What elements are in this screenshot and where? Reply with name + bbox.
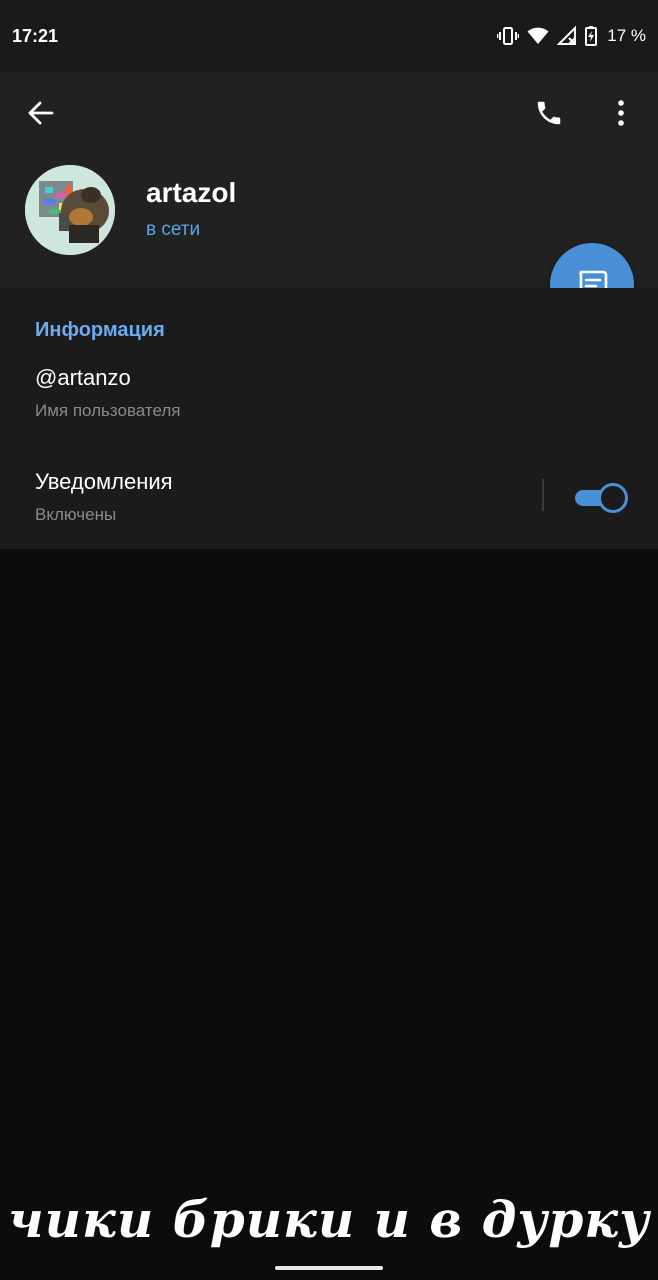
phone-icon <box>537 101 561 125</box>
username-value[interactable]: @artanzo <box>35 365 131 391</box>
caption-overlay: чики брики и в дурку <box>7 1190 651 1249</box>
home-indicator[interactable] <box>275 1266 383 1270</box>
online-status: в сети <box>146 219 201 240</box>
notifications-label: Уведомления <box>35 469 173 494</box>
profile-header: artazol в сети <box>0 72 658 288</box>
profile-name: artazol <box>146 177 237 208</box>
status-bar: 17:21 17 % <box>0 0 658 72</box>
status-icons: 17 % <box>497 24 646 48</box>
wifi-icon <box>527 27 549 45</box>
info-section: Информация @artanzo Имя пользователя Уве… <box>0 288 658 549</box>
signal-no-data-icon <box>557 26 577 46</box>
divider <box>542 479 544 511</box>
username-caption: Имя пользователя <box>35 401 181 420</box>
more-options-button[interactable] <box>597 89 645 137</box>
vibrate-icon <box>497 26 520 46</box>
back-button[interactable] <box>17 89 65 137</box>
status-time: 17:21 <box>12 26 59 46</box>
toggle-knob <box>598 483 628 513</box>
notifications-toggle[interactable] <box>575 483 628 513</box>
arrow-back-icon <box>28 101 54 125</box>
notifications-caption: Включены <box>35 505 117 524</box>
section-title: Информация <box>35 319 165 341</box>
notifications-row[interactable]: Уведомления Включены <box>0 448 658 536</box>
battery-charging-icon <box>585 26 598 46</box>
avatar[interactable] <box>25 165 115 255</box>
battery-percent: 17 % <box>607 26 646 45</box>
call-button[interactable] <box>525 89 573 137</box>
more-vert-icon <box>618 100 624 126</box>
